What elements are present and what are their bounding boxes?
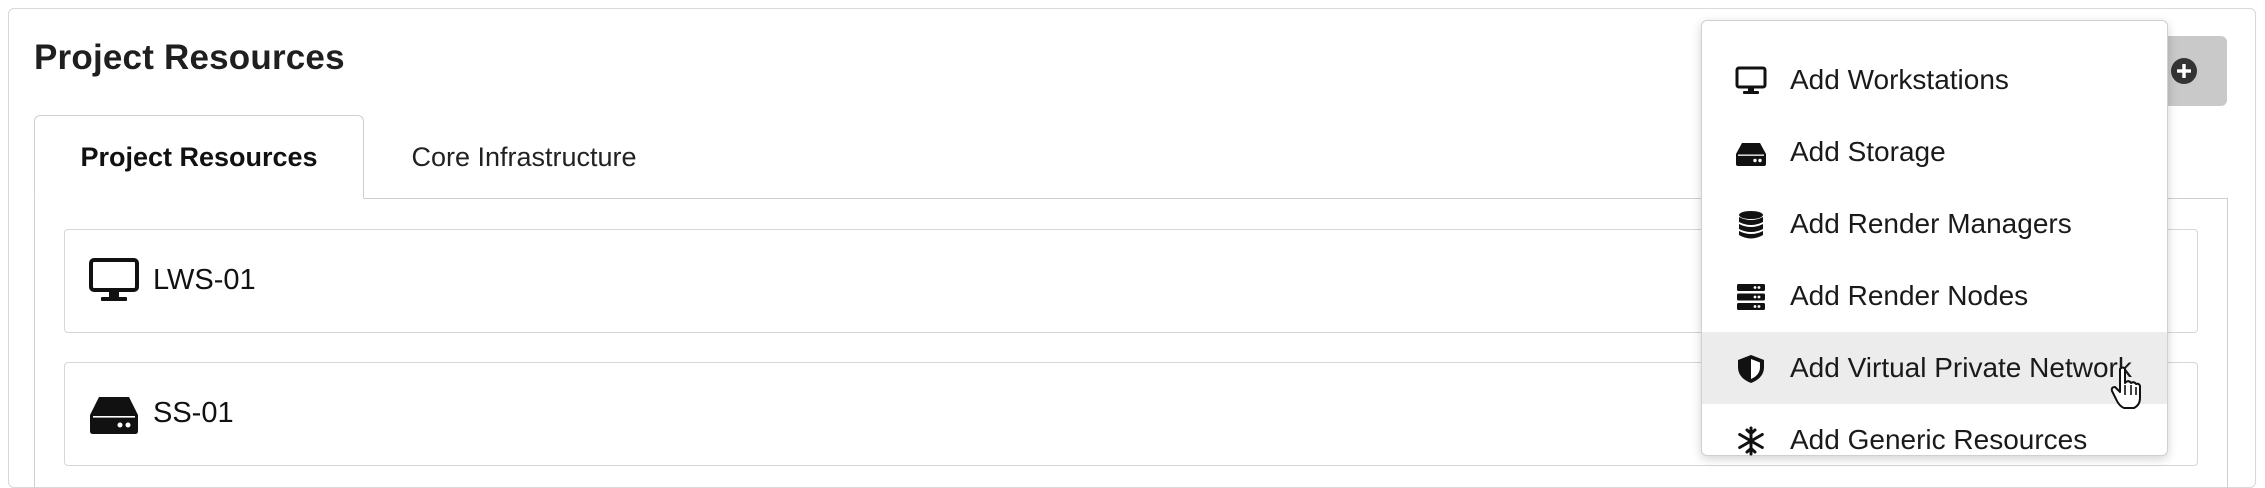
add-resource-menu: Add Workstations Add Storage Add Render … xyxy=(1701,20,2168,456)
menu-item-add-render-managers[interactable]: Add Render Managers xyxy=(1702,188,2167,260)
server-icon xyxy=(1737,284,1765,310)
menu-item-add-workstations[interactable]: Add Workstations xyxy=(1702,44,2167,116)
menu-item-add-generic-resources[interactable]: Add Generic Resources xyxy=(1702,404,2167,476)
hdd-icon xyxy=(1736,143,1766,166)
page-title: Project Resources xyxy=(34,38,345,77)
snowflake-icon xyxy=(1738,426,1764,456)
desktop-icon xyxy=(1735,66,1767,94)
hand-pointer-cursor-icon xyxy=(2110,366,2141,409)
shield-icon xyxy=(1738,355,1764,383)
menu-item-label: Add Virtual Private Network xyxy=(1790,352,2132,383)
hdd-icon xyxy=(90,397,138,434)
menu-item-add-storage[interactable]: Add Storage xyxy=(1702,116,2167,188)
plus-circle-icon xyxy=(2171,58,2197,84)
menu-item-label: Add Render Managers xyxy=(1790,208,2072,239)
database-icon xyxy=(1739,211,1763,239)
menu-item-add-virtual-private-network[interactable]: Add Virtual Private Network xyxy=(1702,332,2167,404)
resource-label: SS-01 xyxy=(153,397,234,429)
menu-item-add-render-nodes[interactable]: Add Render Nodes xyxy=(1702,260,2167,332)
menu-item-label: Add Generic Resources xyxy=(1790,424,2088,455)
tab-project-resources[interactable]: Project Resources xyxy=(34,115,364,199)
tab-core-infrastructure[interactable]: Core Infrastructure xyxy=(384,115,664,199)
menu-item-label: Add Storage xyxy=(1790,136,1946,167)
desktop-icon xyxy=(89,258,139,301)
menu-item-label: Add Render Nodes xyxy=(1790,280,2029,311)
resource-label: LWS-01 xyxy=(153,264,256,296)
menu-item-label: Add Workstations xyxy=(1790,64,2009,95)
